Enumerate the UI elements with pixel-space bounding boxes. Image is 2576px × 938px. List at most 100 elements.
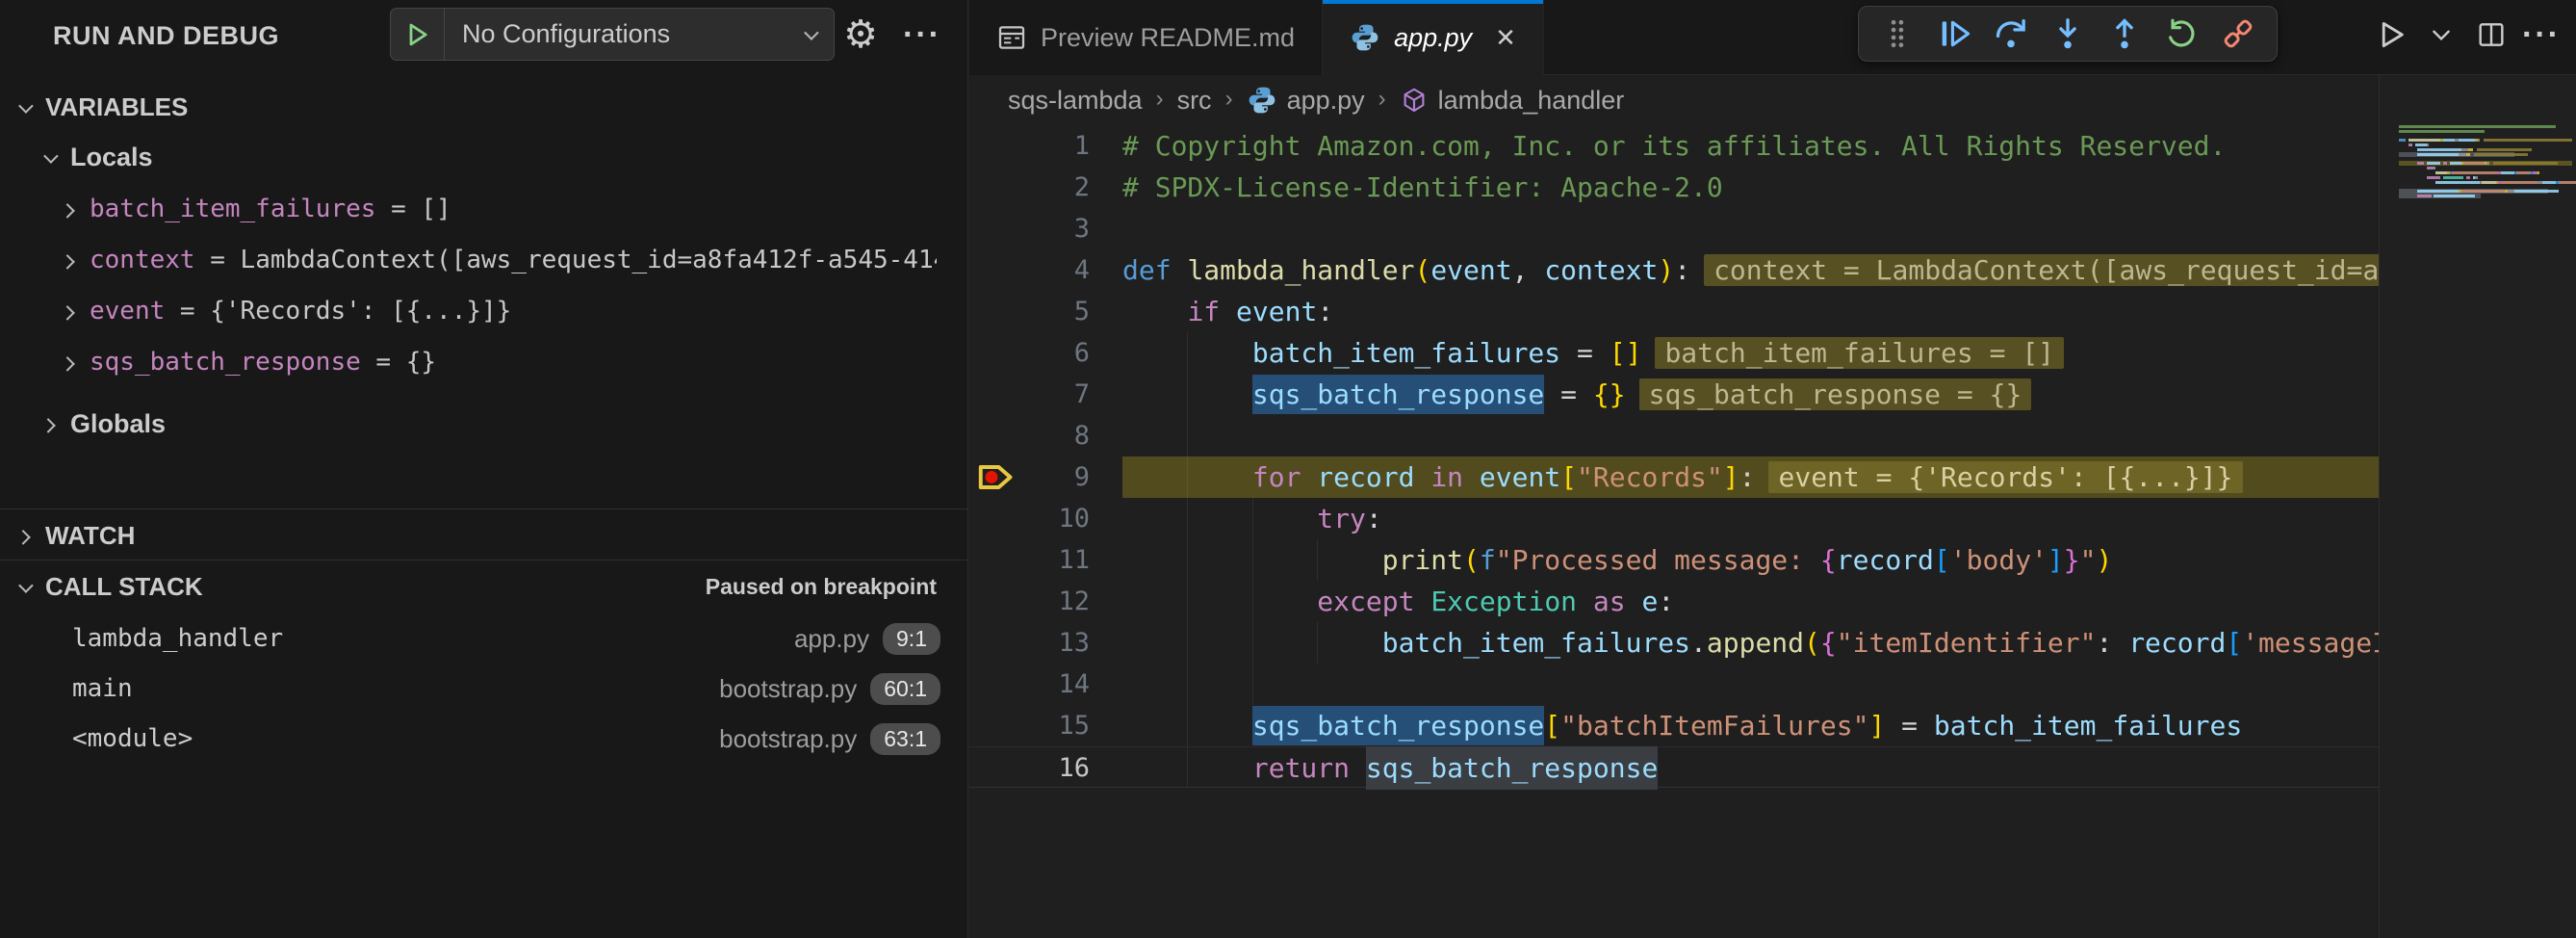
line-number[interactable]: 14 [1008,664,1090,705]
callstack-section-header[interactable]: CALL STACK Paused on breakpoint [0,564,967,609]
line-number[interactable]: 12 [1008,581,1090,622]
scope-globals[interactable]: Globals [0,400,967,448]
split-editor-button[interactable] [2470,12,2512,58]
code-line-7[interactable]: 7 sqs_batch_response = {}sqs_batch_respo… [969,374,2379,415]
step-into-button[interactable] [2043,9,2093,59]
variable-row-event[interactable]: event = {'Records': [{...}]} [0,287,967,335]
code-line-2[interactable]: 2# SPDX-License-Identifier: Apache-2.0 [969,167,2379,208]
drag-handle-button[interactable] [1872,9,1922,59]
code-line-10[interactable]: 10 try: [969,498,2379,539]
step-over-button[interactable] [1986,9,2036,59]
tab-preview-readme-md[interactable]: Preview README.md [969,0,1323,75]
code-line-15[interactable]: 15 sqs_batch_response["batchItemFailures… [969,705,2379,746]
code-line-14[interactable]: 14 [969,664,2379,705]
line-number[interactable]: 10 [1008,498,1090,539]
code-token: "Records" [1577,461,1723,493]
code-token [1414,461,1430,493]
disconnect-button[interactable] [2213,9,2263,59]
vscode-window: RUN AND DEBUG No Configurations ⚙ ··· VA… [0,0,2576,938]
line-content: sqs_batch_response = {}sqs_batch_respons… [1122,374,2031,415]
code-line-1[interactable]: 1 # Copyright Amazon.com, Inc. or its aff… [969,125,2379,167]
method-icon [1400,86,1429,115]
tab-label: Preview README.md [1041,23,1295,53]
tab-app-py[interactable]: app.py✕ [1323,0,1544,75]
line-number[interactable]: 9 [1008,456,1090,498]
minimap-token [2443,162,2448,165]
variable-row-context[interactable]: context = LambdaContext([aws_request_id=… [0,236,967,284]
line-number[interactable]: 15 [1008,705,1090,746]
code-token: record [2128,627,2226,659]
watch-section-header[interactable]: WATCH [0,513,967,558]
code-line-4[interactable]: 4 def lambda_handler(event, context):cont… [969,249,2379,291]
breadcrumb-label: lambda_handler [1438,86,1625,116]
variable-row-sqs_batch_response[interactable]: sqs_batch_response = {} [0,338,967,386]
code-line-13[interactable]: 13 batch_item_failures.append({"itemIden… [969,622,2379,664]
more-actions-icon[interactable]: ··· [893,10,951,60]
code-line-12[interactable]: 12 except Exception as e: [969,581,2379,622]
minimap-token [2435,171,2447,174]
code-token: = [1560,337,1610,369]
code-line-9[interactable]: 9 for record in event["Records"]:event =… [969,456,2379,498]
variable-value: = [] [375,195,451,223]
minimap-token [2409,143,2413,146]
breadcrumb-item-app-py[interactable]: app.py [1247,85,1365,116]
code-editor[interactable]: 1 # Copyright Amazon.com, Inc. or its aff… [969,125,2379,938]
run-options-dropdown-button[interactable] [2420,12,2462,58]
code-token: sqs_batch_response [1252,378,1544,410]
line-number[interactable]: 8 [1008,415,1090,456]
close-icon[interactable]: ✕ [1495,23,1516,53]
run-python-file-button[interactable] [2370,12,2412,58]
line-number[interactable]: 6 [1008,332,1090,374]
code-token: : [1658,586,1674,617]
variables-section-header[interactable]: VARIABLES [0,85,967,129]
callstack-frame-3[interactable]: <module> bootstrap.py63:1 [0,715,967,763]
frame-location: bootstrap.py63:1 [719,723,940,755]
continue-button[interactable] [1929,9,1979,59]
minimap-column[interactable] [2379,75,2576,938]
step-out-button[interactable] [2099,9,2150,59]
line-number[interactable]: 2 [1008,167,1090,208]
code-line-11[interactable]: 11 print(f"Processed message: {record['b… [969,539,2379,581]
code-token [1626,586,1642,617]
minimap-token [2434,195,2475,197]
line-number[interactable]: 7 [1008,374,1090,415]
line-number[interactable]: 13 [1008,622,1090,664]
more-actions-button[interactable]: ··· [2520,12,2563,58]
line-number[interactable]: 3 [1008,208,1090,249]
breadcrumb-item-src[interactable]: src [1177,86,1212,116]
callstack-frame-1[interactable]: lambda_handlerapp.py9:1 [0,614,967,663]
code-line-8[interactable]: 8 [969,415,2379,456]
debug-configuration-dropdown[interactable]: No Configurations [390,8,835,61]
run-and-debug-sidebar: RUN AND DEBUG No Configurations ⚙ ··· VA… [0,0,968,938]
line-number[interactable]: 4 [1008,249,1090,291]
code-line-6[interactable]: 6 batch_item_failures = []batch_item_fai… [969,332,2379,374]
gear-icon[interactable]: ⚙ [836,10,886,60]
minimap-token [2417,153,2459,156]
frame-name: <module> [72,724,193,753]
line-content: # Copyright Amazon.com, Inc. or its affi… [1122,125,2226,167]
minimap-line [2399,135,2572,138]
minimap-line [2399,185,2572,188]
line-number[interactable]: 16 [1008,747,1090,789]
line-number[interactable]: 11 [1008,539,1090,581]
code-token [1414,586,1430,617]
line-number[interactable]: 1 [1008,125,1090,167]
line-content: def lambda_handler(event, context):conte… [1122,249,2379,291]
restart-button[interactable] [2156,9,2206,59]
variables-header-label: VARIABLES [45,92,188,122]
line-number[interactable]: 5 [1008,291,1090,332]
minimap[interactable] [2399,125,2572,241]
breadcrumb-item-lambda-handler[interactable]: lambda_handler [1400,86,1625,116]
scope-locals[interactable]: Locals [0,133,967,181]
code-line-5[interactable]: 5 if event: [969,291,2379,332]
code-line-16[interactable]: 16 return sqs_batch_response [969,746,2379,788]
variable-row-batch_item_failures[interactable]: batch_item_failures = [] [0,185,967,233]
minimap-line [2399,176,2572,179]
minimap-token [2427,176,2440,179]
callstack-frame-2[interactable]: mainbootstrap.py60:1 [0,664,967,713]
start-debug-icon[interactable] [391,9,445,60]
breadcrumb-item-sqs-lambda[interactable]: sqs-lambda [1008,86,1143,116]
code-token: {} [1593,378,1626,410]
code-line-3[interactable]: 3 [969,208,2379,249]
code-token: ] [1868,710,1885,742]
